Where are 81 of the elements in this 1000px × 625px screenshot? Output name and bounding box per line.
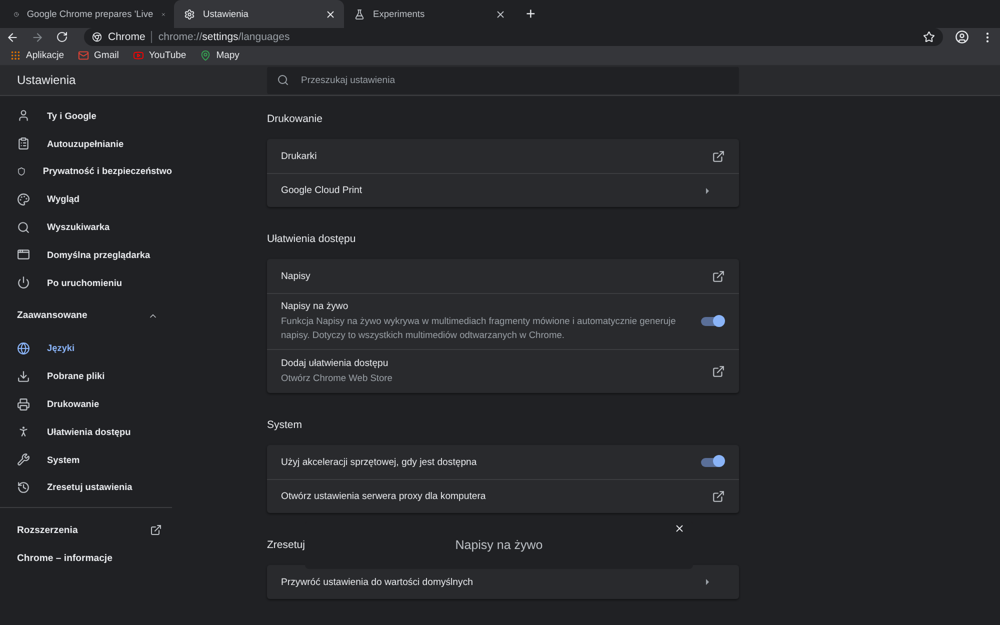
sidebar-link[interactable]: Chrome – informacje	[0, 544, 172, 572]
section-title: Ułatwienia dostępu	[267, 233, 356, 245]
section-title: Drukowanie	[267, 113, 322, 125]
mail-icon	[78, 50, 90, 61]
browser-tab[interactable]: Experiments	[344, 0, 514, 28]
sidebar-item[interactable]: Prywatność i bezpieczeństwo	[0, 158, 172, 186]
apps-grid-icon	[10, 50, 21, 61]
toggle-switch[interactable]	[701, 458, 723, 466]
sidebar-item[interactable]: Drukowanie	[0, 390, 172, 418]
accessibility-icon	[17, 425, 30, 438]
sidebar-item[interactable]: Języki	[0, 334, 172, 362]
sidebar-item[interactable]: Domyślna przeglądarka	[0, 240, 172, 269]
palette-icon	[17, 192, 30, 206]
arrow-icon[interactable]	[706, 579, 709, 585]
browser-tab[interactable]: Google Chrome prepares 'Live	[4, 0, 174, 28]
external-link-icon[interactable]	[712, 490, 725, 503]
address-bar[interactable]: Chrome chrome://settings/languages	[84, 28, 943, 46]
search-icon	[17, 220, 30, 234]
external-link-icon[interactable]	[712, 365, 725, 378]
setting-label: Napisy na żywo	[281, 301, 350, 312]
printer-icon	[17, 398, 30, 411]
setting-label: Otwórz ustawienia serwera proxy dla komputera	[281, 491, 487, 502]
back-icon[interactable]	[6, 30, 19, 44]
section-title: Zresetuj	[267, 539, 305, 551]
setting-label: Napisy	[281, 270, 312, 282]
search-input[interactable]: Przeszukaj ustawienia	[299, 74, 729, 87]
setting-label: Przywróć ustawienia do wartości domyślnych	[281, 576, 474, 588]
person-icon	[17, 109, 30, 122]
flask-icon	[354, 8, 365, 20]
setting-label: Użyj akceleracji sprzętowej, gdy jest dostępna	[281, 456, 478, 468]
map-pin-icon	[200, 50, 212, 61]
wrench-icon	[17, 453, 30, 466]
setting-label: Drukarki	[281, 150, 318, 162]
search-bar[interactable]: Przeszukaj ustawienia	[267, 66, 739, 94]
setting-description: Otwórz Chrome Web Store	[281, 372, 394, 385]
power-icon	[17, 276, 30, 290]
shield-icon	[17, 164, 26, 178]
external-link-icon[interactable]	[712, 150, 725, 162]
forward-icon[interactable]	[31, 30, 44, 44]
sidebar-item[interactable]: Autouzupełnianie	[0, 130, 172, 158]
star-icon[interactable]	[923, 31, 935, 43]
browser-window-icon	[17, 248, 30, 262]
setting-description: Funkcja Napisy na żywo wykrywa w multimediach fragmenty mówione i automatycznie generuje napisy. Dotyczy to wszystkich multimediów odtwarzanych w Chrome.	[281, 315, 677, 342]
sidebar-item[interactable]: System	[0, 446, 172, 474]
bookmark[interactable]: Aplikacje	[10, 50, 64, 61]
sidebar-item[interactable]: Wyszukiwarka	[0, 213, 172, 241]
chrome-icon	[92, 32, 102, 42]
external-link-icon[interactable]	[712, 270, 725, 282]
globe-icon	[17, 342, 30, 355]
arrow-icon[interactable]	[706, 188, 709, 194]
sidebar-item[interactable]: Po uruchomieniu	[0, 268, 172, 297]
sidebar-item[interactable]: Zresetuj ustawienia	[0, 474, 172, 502]
sidebar-item[interactable]: Pobrane pliki	[0, 362, 172, 390]
video-play-icon	[132, 50, 144, 61]
sidebar-item[interactable]: Ty i Google	[0, 102, 172, 130]
profile-icon[interactable]	[955, 30, 969, 44]
close-icon[interactable]	[674, 523, 685, 534]
history-icon	[17, 480, 30, 494]
clipboard-icon	[17, 137, 30, 150]
close-icon[interactable]	[495, 8, 506, 20]
setting-label: Dodaj ułatwienia dostępu	[281, 358, 390, 369]
new-tab-button[interactable]: +	[526, 7, 536, 23]
external-link-icon[interactable]	[150, 524, 162, 536]
bookmark[interactable]: Gmail	[78, 50, 119, 61]
caption-text: Napisy na żywo	[455, 538, 543, 552]
download-icon	[17, 370, 30, 383]
advanced-toggle[interactable]: Zaawansowane	[0, 296, 172, 335]
setting-label: Google Cloud Print	[281, 185, 364, 196]
toggle-switch[interactable]	[701, 317, 723, 326]
search-icon	[277, 74, 289, 86]
bookmark[interactable]: YouTube	[132, 50, 186, 61]
sidebar-item[interactable]: Wygląd	[0, 185, 172, 214]
reload-icon[interactable]	[56, 31, 68, 43]
sidebar-item[interactable]: Ułatwienia dostępu	[0, 418, 172, 446]
section-title: System	[267, 419, 302, 431]
browser-tab[interactable]: Ustawienia	[174, 0, 344, 28]
bookmark[interactable]: Mapy	[200, 50, 240, 61]
close-icon[interactable]	[325, 8, 336, 20]
gear-icon	[184, 8, 195, 20]
sidebar-link[interactable]: Rozszerzenia	[0, 516, 172, 544]
settings-title: Ustawienia	[16, 73, 77, 88]
